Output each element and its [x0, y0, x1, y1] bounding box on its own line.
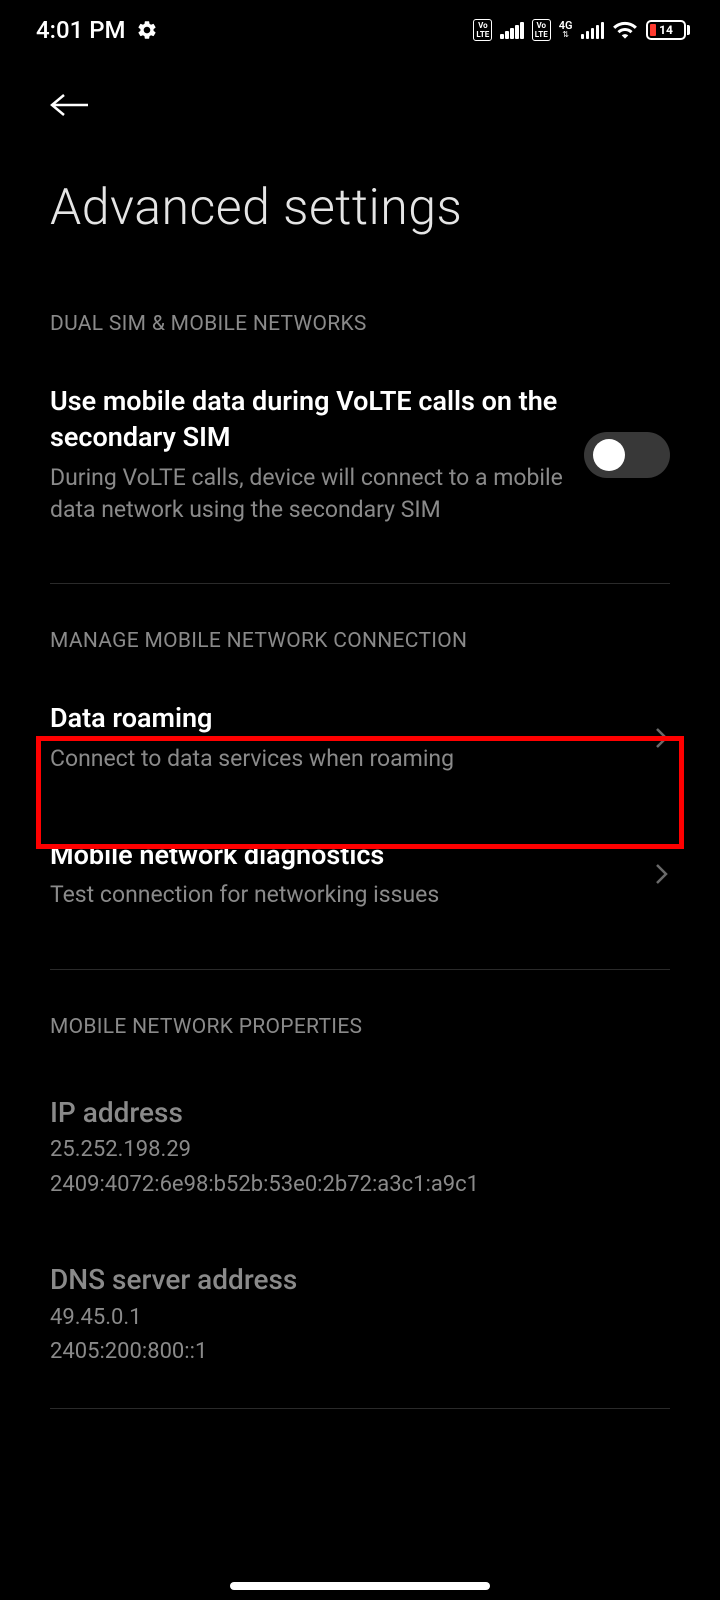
- dns-v4-value: 49.45.0.1: [50, 1303, 670, 1334]
- row-diagnostics-title: Mobile network diagnostics: [50, 837, 634, 873]
- battery-level: 14: [659, 23, 673, 37]
- gear-icon: [136, 19, 158, 41]
- home-indicator[interactable]: [230, 1582, 490, 1590]
- dns-title: DNS server address: [50, 1261, 670, 1299]
- row-volte-title: Use mobile data during VoLTE calls on th…: [50, 383, 564, 456]
- back-button[interactable]: [0, 60, 720, 134]
- status-bar: 4:01 PM VoLTE VoLTE 4G ⇅ 14: [0, 0, 720, 60]
- network-type-icon: 4G ⇅: [559, 21, 573, 39]
- row-diagnostics-subtitle: Test connection for networking issues: [50, 879, 634, 911]
- ip-title: IP address: [50, 1094, 670, 1132]
- dns-v6-value: 2405:200:800::1: [50, 1337, 670, 1368]
- signal-icon-1: [500, 21, 524, 39]
- row-ip-address: IP address 25.252.198.29 2409:4072:6e98:…: [0, 1064, 720, 1231]
- row-dns-server: DNS server address 49.45.0.1 2405:200:80…: [0, 1231, 720, 1398]
- status-left: 4:01 PM: [36, 16, 158, 44]
- row-roaming-subtitle: Connect to data services when roaming: [50, 743, 634, 775]
- section-header-properties: MOBILE NETWORK PROPERTIES: [0, 970, 720, 1064]
- row-volte-subtitle: During VoLTE calls, device will connect …: [50, 462, 564, 526]
- volte-icon-2: VoLTE: [532, 19, 551, 41]
- ip-v4-value: 25.252.198.29: [50, 1135, 670, 1166]
- section-header-manage: MANAGE MOBILE NETWORK CONNECTION: [0, 584, 720, 678]
- chevron-right-icon: [654, 860, 670, 888]
- row-network-diagnostics[interactable]: Mobile network diagnostics Test connecti…: [0, 797, 720, 934]
- status-time: 4:01 PM: [36, 16, 126, 44]
- wifi-icon: [612, 17, 638, 43]
- section-header-dual-sim: DUAL SIM & MOBILE NETWORKS: [0, 267, 720, 361]
- status-right: VoLTE VoLTE 4G ⇅ 14: [473, 17, 690, 43]
- ip-v6-value: 2409:4072:6e98:b52b:53e0:2b72:a3c1:a9c1: [50, 1170, 670, 1201]
- row-data-roaming[interactable]: Data roaming Connect to data services wh…: [0, 678, 720, 797]
- volte-toggle[interactable]: [584, 432, 670, 478]
- divider: [50, 1408, 670, 1409]
- row-volte-secondary-sim[interactable]: Use mobile data during VoLTE calls on th…: [0, 361, 720, 548]
- chevron-right-icon: [654, 724, 670, 752]
- row-roaming-title: Data roaming: [50, 700, 634, 736]
- volte-icon-1: VoLTE: [473, 19, 492, 41]
- back-arrow-icon: [50, 90, 90, 120]
- battery-icon: 14: [646, 20, 690, 40]
- signal-icon-2: [581, 21, 605, 39]
- page-title: Advanced settings: [0, 134, 720, 267]
